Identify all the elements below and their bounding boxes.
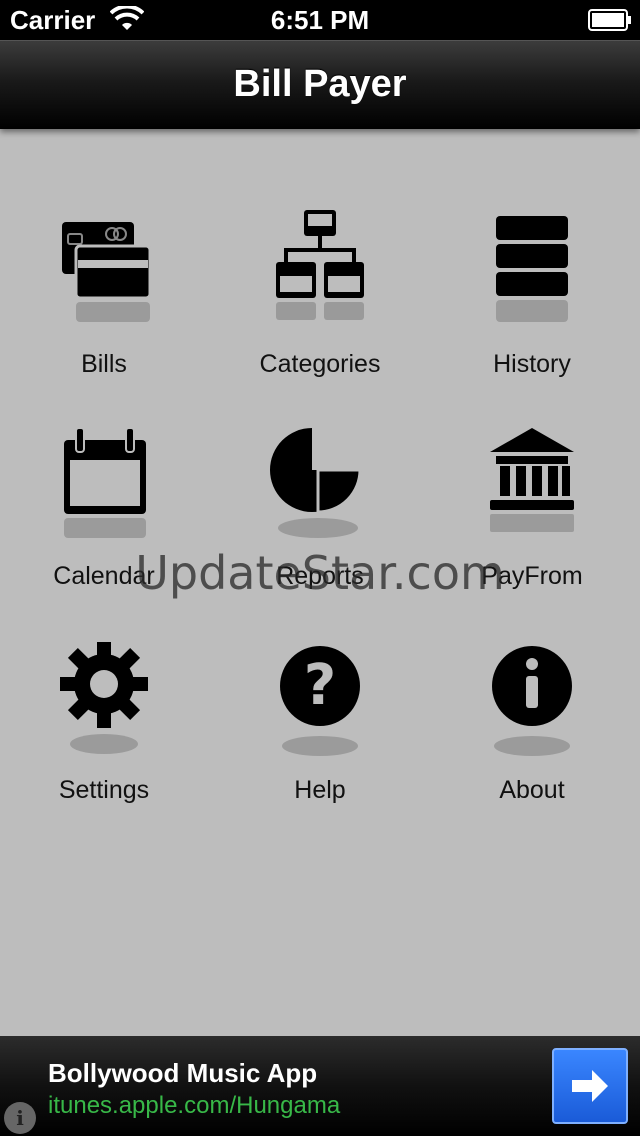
menu-label: Categories xyxy=(259,350,381,378)
ad-open-button[interactable] xyxy=(552,1048,628,1124)
calendar-icon xyxy=(64,428,146,538)
status-bar: Carrier 6:51 PM xyxy=(0,0,640,40)
gear-icon xyxy=(60,642,148,754)
svg-text:?: ? xyxy=(304,653,336,718)
menu-item-settings[interactable]: Settings xyxy=(4,642,204,842)
menu-item-categories[interactable]: Categories xyxy=(220,210,420,410)
credit-card-icon xyxy=(62,222,152,322)
menu-label: About xyxy=(499,776,565,804)
page-title: Bill Payer xyxy=(233,63,407,105)
arrow-right-icon xyxy=(572,1070,608,1102)
stack-icon xyxy=(496,216,568,322)
menu-label: PayFrom xyxy=(481,562,583,590)
status-time: 6:51 PM xyxy=(270,5,370,35)
menu-label: Reports xyxy=(276,562,364,590)
info-icon xyxy=(492,646,572,756)
menu-item-history[interactable]: History xyxy=(432,216,632,416)
menu-item-about[interactable]: About xyxy=(432,642,632,842)
bank-icon xyxy=(490,428,574,532)
menu-label: Calendar xyxy=(53,562,155,590)
menu-grid: Bills Categories History Calendar Report… xyxy=(0,128,640,1036)
menu-label: Help xyxy=(294,776,346,804)
pie-chart-icon xyxy=(270,428,362,538)
menu-item-payfrom[interactable]: PayFrom xyxy=(432,428,632,628)
hierarchy-icon xyxy=(276,210,364,320)
menu-item-help[interactable]: ? Help xyxy=(220,642,420,842)
ad-banner[interactable]: Bollywood Music App itunes.apple.com/Hun… xyxy=(0,1036,640,1136)
menu-label: Bills xyxy=(81,350,127,378)
menu-item-calendar[interactable]: Calendar xyxy=(4,428,204,628)
menu-item-reports[interactable]: Reports xyxy=(220,428,420,628)
battery-icon xyxy=(588,9,631,31)
question-icon: ? xyxy=(280,646,360,756)
menu-item-bills[interactable]: Bills xyxy=(4,216,204,416)
menu-label: History xyxy=(493,350,571,378)
ad-info-icon[interactable]: i xyxy=(4,1102,36,1134)
nav-bar: Bill Payer xyxy=(0,40,640,129)
ad-title[interactable]: Bollywood Music App xyxy=(48,1058,317,1089)
menu-label: Settings xyxy=(58,776,150,804)
ad-url[interactable]: itunes.apple.com/Hungama xyxy=(48,1092,340,1120)
